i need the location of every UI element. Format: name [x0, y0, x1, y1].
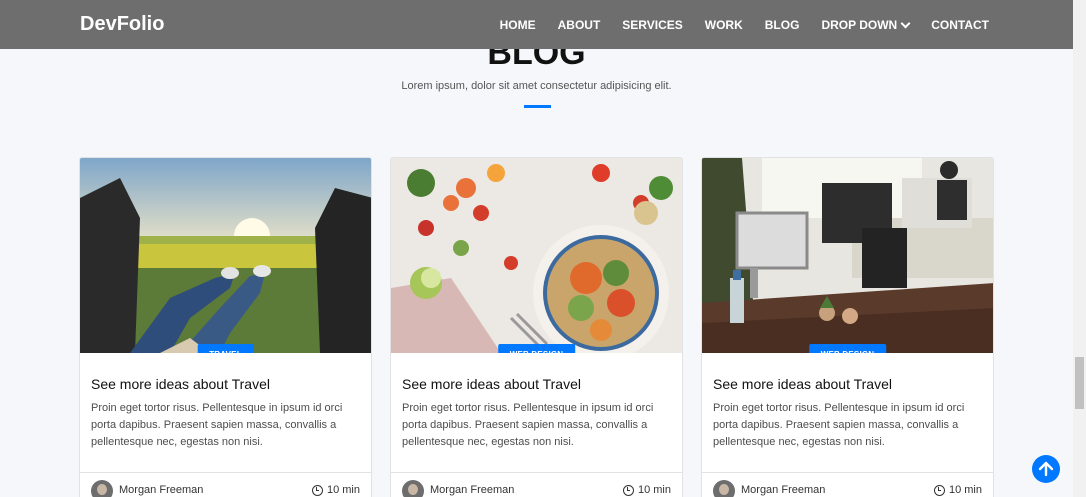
read-time: 10 min — [622, 484, 671, 496]
scrollbar-thumb[interactable] — [1075, 357, 1084, 409]
card-footer: Morgan Freeman 10 min — [80, 472, 371, 497]
card-image-food[interactable]: WEB DESIGN — [391, 158, 682, 353]
nav-contact[interactable]: CONTACT — [931, 18, 989, 32]
nav-about[interactable]: ABOUT — [558, 18, 601, 32]
blog-card[interactable]: WEB DESIGN See more ideas about Travel P… — [390, 157, 683, 497]
nav-services[interactable]: SERVICES — [622, 18, 682, 32]
card-footer: Morgan Freeman 10 min — [702, 472, 993, 497]
section-subtitle: Lorem ipsum, dolor sit amet consectetur … — [401, 80, 672, 92]
card-text: Proin eget tortor risus. Pellentesque in… — [713, 402, 965, 448]
chevron-down-icon — [900, 18, 911, 28]
read-time: 10 min — [933, 484, 982, 496]
blog-card[interactable]: WEB DESIGN See more ideas about Travel P… — [701, 157, 994, 497]
author-name: Morgan Freeman — [430, 484, 515, 496]
nav-work[interactable]: WORK — [705, 18, 743, 32]
nav-home[interactable]: HOME — [500, 18, 536, 32]
clock-icon — [933, 484, 945, 496]
category-badge[interactable]: WEB DESIGN — [497, 344, 576, 353]
main-nav: HOME ABOUT SERVICES WORK BLOG DROP DOWN … — [478, 18, 989, 32]
nav-dropdown[interactable]: DROP DOWN — [821, 18, 911, 32]
category-badge[interactable]: WEB DESIGN — [808, 344, 887, 353]
arrow-up-icon — [1038, 461, 1054, 477]
author-name: Morgan Freeman — [119, 484, 204, 496]
avatar — [713, 480, 735, 497]
navbar: DevFolio HOME ABOUT SERVICES WORK BLOG D… — [0, 0, 1073, 49]
read-time: 10 min — [311, 484, 360, 496]
clock-icon — [311, 484, 323, 496]
card-image-office[interactable]: WEB DESIGN — [702, 158, 993, 353]
title-divider — [524, 105, 551, 108]
read-time-value: 10 min — [637, 484, 671, 496]
card-title[interactable]: See more ideas about Travel — [402, 376, 581, 392]
read-time-value: 10 min — [948, 484, 982, 496]
card-title[interactable]: See more ideas about Travel — [91, 376, 270, 392]
avatar — [91, 480, 113, 497]
card-title[interactable]: See more ideas about Travel — [713, 376, 892, 392]
back-to-top-button[interactable] — [1032, 455, 1060, 483]
blog-card[interactable]: TRAVEL See more ideas about Travel Proin… — [79, 157, 372, 497]
read-time-value: 10 min — [326, 484, 360, 496]
nav-dropdown-label: DROP DOWN — [821, 18, 898, 32]
avatar — [402, 480, 424, 497]
category-badge[interactable]: TRAVEL — [197, 344, 254, 353]
card-text: Proin eget tortor risus. Pellentesque in… — [91, 402, 343, 448]
nav-blog[interactable]: BLOG — [765, 18, 800, 32]
brand-logo[interactable]: DevFolio — [80, 13, 164, 36]
author-name: Morgan Freeman — [741, 484, 826, 496]
card-image-travel[interactable]: TRAVEL — [80, 158, 371, 353]
card-text: Proin eget tortor risus. Pellentesque in… — [402, 402, 654, 448]
scrollbar[interactable] — [1073, 0, 1086, 497]
card-footer: Morgan Freeman 10 min — [391, 472, 682, 497]
clock-icon — [622, 484, 634, 496]
